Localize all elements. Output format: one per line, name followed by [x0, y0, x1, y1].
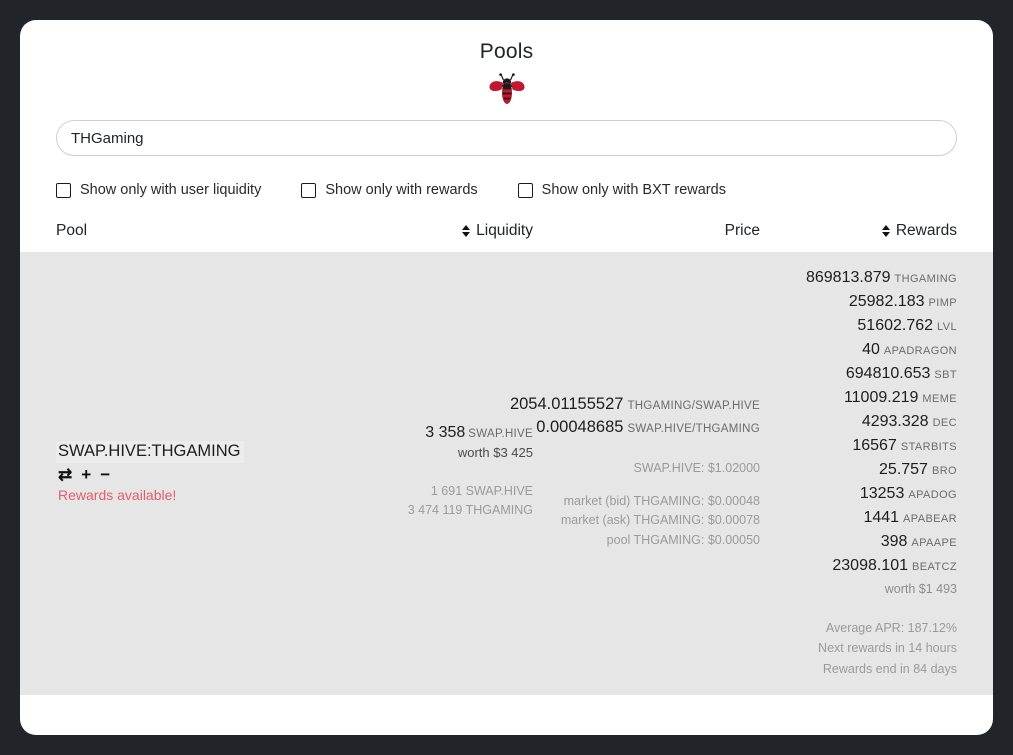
reward-token-symbol: BRO [931, 465, 957, 477]
reward-token-amount: 40 [862, 341, 880, 358]
table-header-row: Pool Liquidity Price Rewards [20, 222, 993, 252]
sort-arrows-icon[interactable] [881, 225, 890, 237]
price-market-ask: market (ask) THGAMING: $0.00078 [560, 513, 760, 528]
rewards-end: Rewards end in 84 days [822, 661, 957, 676]
cell-pool: SWAP.HIVE:THGAMING ⇄ + − Rewards availab… [56, 266, 326, 679]
price-hive-usd: SWAP.HIVE: $1.02000 [633, 460, 760, 475]
price-pool: pool THGAMING: $0.00050 [606, 532, 760, 547]
price-rate-primary: 2054.01155527 THGAMING/SWAP.HIVE [510, 395, 760, 414]
reward-token-symbol: APADOG [908, 489, 957, 501]
add-liquidity-icon[interactable]: + [81, 466, 91, 483]
price-rate-secondary-value: 0.00048685 [536, 417, 624, 436]
reward-token-row: 40 APADRAGON [806, 338, 957, 362]
sort-arrows-icon[interactable] [462, 225, 471, 237]
price-rate-secondary-unit: SWAP.HIVE/THGAMING [627, 422, 760, 435]
reward-token-row: 23098.101 BEATCZ [806, 554, 957, 578]
bee-icon [488, 73, 525, 104]
search-row [20, 120, 993, 156]
reward-token-symbol: BEATCZ [912, 561, 957, 573]
reward-token-amount: 398 [880, 533, 908, 550]
liquidity-amount-value: 3 358 [425, 424, 466, 441]
reward-token-symbol: THGAMING [894, 273, 957, 285]
checkbox-bxt-rewards[interactable] [517, 182, 533, 198]
liquidity-quote-amount: 3 474 119 THGAMING [407, 503, 533, 518]
liquidity-worth: worth $3 425 [457, 445, 533, 460]
reward-token-row: 11009.219 MEME [806, 386, 957, 410]
rewards-average-apr: Average APR: 187.12% [825, 621, 957, 635]
reward-token-symbol: MEME [922, 393, 957, 405]
logo-container [20, 68, 993, 112]
reward-token-symbol: PIMP [928, 297, 957, 309]
reward-token-amount: 11009.219 [843, 389, 919, 406]
rewards-next: Next rewards in 14 hours [818, 641, 957, 656]
price-rate-secondary: 0.00048685 SWAP.HIVE/THGAMING [536, 418, 760, 437]
filter-row: Show only with user liquidity Show only … [20, 182, 993, 198]
reward-token-row: 694810.653 SBT [806, 362, 957, 386]
column-header-rewards[interactable]: Rewards [760, 222, 957, 240]
reward-token-row: 25982.183 PIMP [806, 290, 957, 314]
checkbox-with-rewards[interactable] [301, 182, 317, 198]
filter-bxt-rewards[interactable]: Show only with BXT rewards [517, 182, 726, 198]
reward-token-amount: 4293.328 [861, 413, 929, 430]
reward-token-row: 16567 STARBITS [806, 434, 957, 458]
filter-user-liquidity-label: Show only with user liquidity [80, 182, 262, 198]
reward-token-amount: 13253 [859, 485, 905, 502]
filter-with-rewards[interactable]: Show only with rewards [301, 182, 478, 198]
reward-token-symbol: APADRAGON [883, 345, 957, 357]
filter-bxt-rewards-label: Show only with BXT rewards [541, 182, 726, 198]
column-header-liquidity[interactable]: Liquidity [326, 222, 533, 240]
column-header-pool-label: Pool [56, 222, 88, 239]
pool-actions: ⇄ + − [56, 466, 326, 483]
reward-token-symbol: APABEAR [903, 513, 957, 525]
column-header-price-label: Price [724, 222, 760, 239]
search-input[interactable] [56, 120, 957, 156]
remove-liquidity-icon[interactable]: − [100, 466, 110, 483]
reward-token-amount: 1441 [863, 509, 900, 526]
pools-table: Pool Liquidity Price Rewards SWAP.HIVE:T… [20, 222, 993, 695]
pool-name[interactable]: SWAP.HIVE:THGAMING [56, 441, 245, 464]
reward-token-symbol: SBT [934, 369, 957, 381]
filter-with-rewards-label: Show only with rewards [325, 182, 478, 198]
checkbox-user-liquidity[interactable] [56, 182, 71, 198]
price-rate-primary-value: 2054.01155527 [509, 394, 624, 413]
reward-token-symbol: STARBITS [900, 441, 957, 453]
reward-token-symbol: LVL [937, 321, 957, 333]
app-card: Pools Show only with user liquidity Show… [20, 20, 993, 735]
reward-token-amount: 16567 [852, 437, 897, 454]
reward-token-row: 4293.328 DEC [806, 410, 957, 434]
reward-token-symbol: APAAPE [911, 537, 957, 549]
reward-token-amount: 25982.183 [848, 293, 925, 310]
cell-price: 2054.01155527 THGAMING/SWAP.HIVE 0.000486… [510, 266, 760, 679]
liquidity-amount-unit: SWAP.HIVE [468, 428, 533, 440]
reward-token-row: 25.757 BRO [806, 458, 957, 482]
reward-token-symbol: DEC [932, 417, 957, 429]
liquidity-base-amount: 1 691 SWAP.HIVE [430, 484, 533, 498]
reward-token-amount: 694810.653 [845, 365, 931, 382]
rewards-token-list: 869813.879 THGAMING 25982.183 PIMP 51602.762… [806, 266, 957, 578]
cell-liquidity: 3 358 SWAP.HIVE worth $3 425 1 691 SWAP.H… [326, 266, 533, 679]
column-header-liquidity-label: Liquidity [476, 222, 533, 239]
filter-user-liquidity[interactable]: Show only with user liquidity [56, 182, 261, 198]
table-row[interactable]: SWAP.HIVE:THGAMING ⇄ + − Rewards availab… [20, 252, 993, 695]
price-rate-primary-unit: THGAMING/SWAP.HIVE [627, 399, 760, 412]
reward-token-row: 869813.879 THGAMING [806, 266, 957, 290]
reward-token-amount: 23098.101 [832, 557, 909, 574]
rewards-worth: worth $1 493 [884, 582, 957, 596]
reward-token-amount: 25.757 [879, 461, 928, 478]
column-header-pool: Pool [56, 222, 326, 240]
column-header-price: Price [533, 222, 760, 240]
reward-token-amount: 51602.762 [857, 317, 934, 334]
reward-token-row: 13253 APADOG [806, 482, 957, 506]
liquidity-amount: 3 358 SWAP.HIVE [425, 424, 533, 442]
rewards-available-badge: Rewards available! [58, 487, 177, 504]
price-market-bid: market (bid) THGAMING: $0.00048 [563, 494, 760, 508]
swap-icon[interactable]: ⇄ [58, 466, 72, 483]
reward-token-row: 398 APAAPE [806, 530, 957, 554]
reward-token-amount: 869813.879 [805, 269, 891, 286]
cell-rewards: 869813.879 THGAMING 25982.183 PIMP 51602.762… [760, 266, 957, 679]
column-header-rewards-label: Rewards [895, 222, 957, 239]
reward-token-row: 51602.762 LVL [806, 314, 957, 338]
page-title: Pools [479, 40, 534, 63]
reward-token-row: 1441 APABEAR [806, 506, 957, 530]
